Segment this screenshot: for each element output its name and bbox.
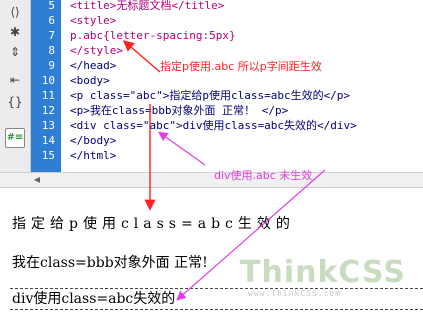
line-number: 13 — [41, 119, 55, 132]
format-icon[interactable]: #≡ — [5, 128, 25, 148]
code-line[interactable]: <p class="abc">指定给p使用class=abc生效的</p> — [70, 88, 350, 103]
line-number: 11 — [41, 89, 55, 102]
line-number: 7 — [48, 29, 55, 42]
line-number: 5 — [48, 0, 55, 12]
line-number: 8 — [48, 44, 55, 57]
code-line[interactable]: </style> — [70, 43, 123, 58]
line-number-gutter: 5 6 7 8 9 10 11 12 13 14 15 — [31, 0, 61, 172]
watermark-url: www.ThinkCSS.com — [248, 289, 342, 298]
indent-icon[interactable]: ⇤ — [5, 70, 25, 90]
watermark-logo: ThinkCSS — [240, 255, 406, 290]
line-number: 6 — [48, 14, 55, 27]
code-line[interactable]: </html> — [70, 148, 116, 163]
asterisk-icon[interactable]: ✱ — [5, 22, 25, 42]
code-line[interactable]: p.abc{letter-spacing:5px} — [70, 28, 236, 43]
line-number: 14 — [41, 134, 55, 147]
line-number: 15 — [41, 149, 55, 162]
line-number: 9 — [48, 59, 55, 72]
line-number: 12 — [41, 104, 55, 117]
code-line[interactable]: <div class="abc">div使用class=abc失效的</div> — [70, 118, 357, 133]
horizontal-scrollbar[interactable]: ◀ — [0, 172, 423, 188]
annotation-div-effect: div使用.abc 未生效 — [214, 169, 313, 182]
code-line[interactable]: <title>无标题文档</title> — [70, 0, 224, 13]
design-paragraph-plain[interactable]: 我在class=bbb对象外面 正常! — [12, 252, 208, 272]
line-number: 10 — [41, 74, 55, 87]
design-div-abc[interactable]: div使用class=abc失效的 — [10, 288, 423, 310]
code-line[interactable]: <p>我在class=bbb对象外面 正常！ </p> — [70, 103, 288, 118]
code-line[interactable]: <body> — [70, 73, 110, 88]
braces-icon[interactable]: {} — [5, 92, 25, 112]
code-line[interactable]: </head> — [70, 58, 116, 73]
bracket-icon[interactable]: ⟨⟩ — [5, 2, 25, 22]
code-toolbar: ⟨⟩ ✱ ⇕ ⇤ {} #≡ — [0, 0, 31, 172]
scroll-left-icon[interactable]: ◀ — [32, 175, 42, 185]
code-line[interactable]: <style> — [70, 13, 116, 28]
collapse-icon[interactable]: ⇕ — [5, 42, 25, 62]
code-editor[interactable]: <title>无标题文档</title> <style> p.abc{lette… — [62, 0, 423, 172]
code-line[interactable]: </body> — [70, 133, 116, 148]
design-paragraph-abc[interactable]: 指定给p使用class=abc生效的 — [12, 213, 295, 233]
annotation-p-effect: 指定p使用.abc 所以p字间距生效 — [160, 60, 322, 73]
